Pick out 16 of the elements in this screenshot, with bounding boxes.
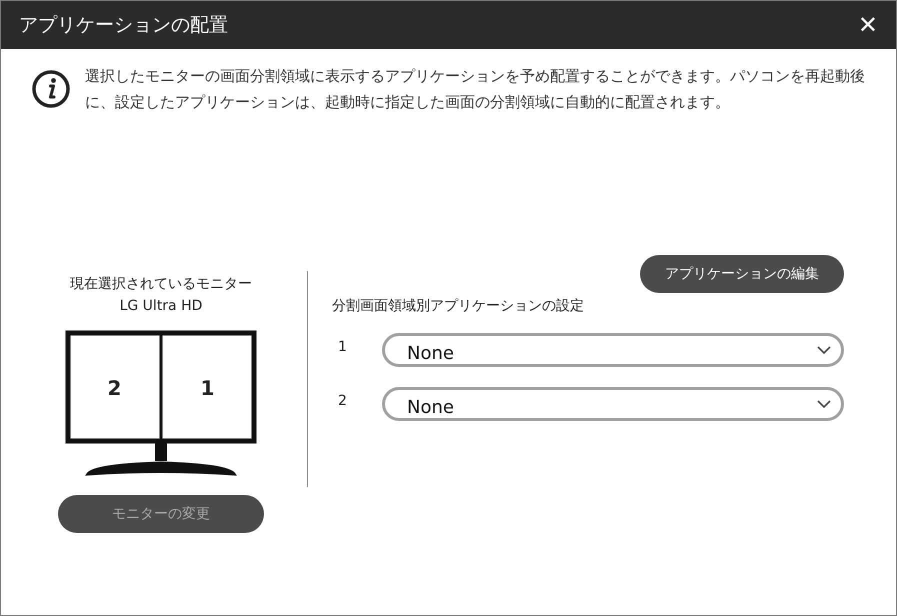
info-text: 選択したモニターの画面分割領域に表示するアプリケーションを予め配置することができます。パソコンを再起動後に、設定したアプリケーションは、起動時に指定した画面の分割領域に自動的に配置されます。 <box>85 66 866 113</box>
application-dropdown[interactable]: None <box>382 387 844 421</box>
settings-heading: 分割画面領域別アプリケーションの設定 <box>332 297 585 315</box>
close-button[interactable]: ✕ <box>854 11 882 39</box>
chevron-down-icon <box>817 400 831 408</box>
edit-applications-button[interactable]: アプリケーションの編集 <box>640 255 844 293</box>
window-title: アプリケーションの配置 <box>19 13 228 38</box>
region-number: 1 <box>337 339 348 355</box>
chevron-down-icon <box>817 346 831 354</box>
region-number: 2 <box>108 376 122 400</box>
monitor-caption: 現在選択されているモニター <box>70 275 252 294</box>
application-dropdown[interactable]: None <box>382 333 844 367</box>
region-number: 2 <box>337 393 348 409</box>
region-number: 1 <box>200 376 214 400</box>
info-icon <box>31 69 71 109</box>
monitor-name: LG Ultra HD <box>120 297 202 316</box>
